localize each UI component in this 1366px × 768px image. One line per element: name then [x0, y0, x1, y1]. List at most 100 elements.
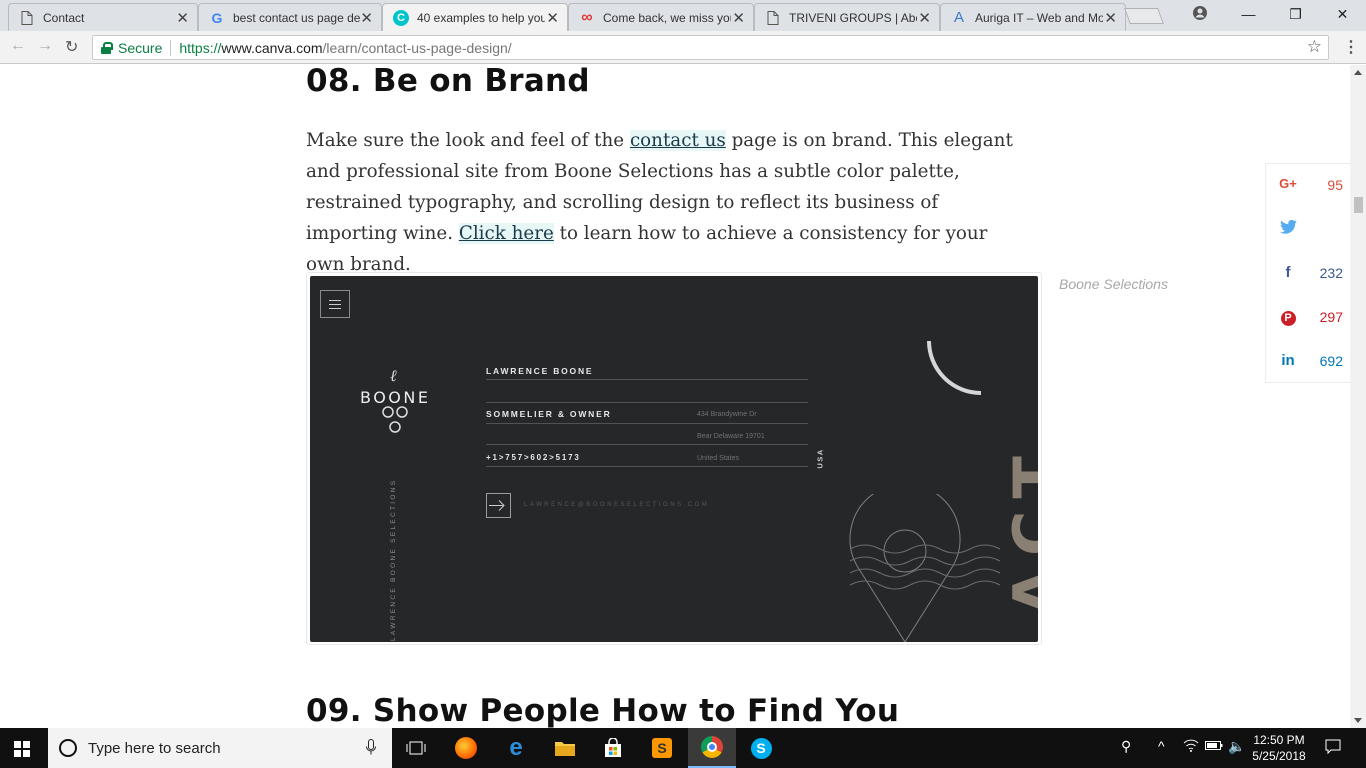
divider	[486, 402, 808, 403]
tab-title: TRIVENI GROUPS | Abou	[789, 10, 917, 25]
tab-auriga[interactable]: A Auriga IT – Web and Mo ✕	[940, 3, 1126, 31]
contact-phone: +1>757>602>5173	[486, 453, 581, 462]
auriga-icon: A	[953, 9, 964, 26]
click-here-link[interactable]: Click here	[458, 223, 554, 244]
close-icon[interactable]: ✕	[176, 9, 189, 27]
chrome-icon[interactable]	[688, 728, 736, 768]
infinity-icon: ∞	[581, 8, 593, 26]
tab-triveni[interactable]: TRIVENI GROUPS | Abou ✕	[754, 3, 940, 31]
logo-text: BOONE	[360, 388, 431, 407]
contact-role: SOMMELIER & OWNER	[486, 409, 612, 419]
system-clock[interactable]: 12:50 PM 5/25/2018	[1248, 732, 1310, 764]
share-google-plus[interactable]: G+ 95	[1266, 164, 1350, 208]
facebook-icon: f	[1285, 264, 1291, 281]
country-label: USA	[815, 448, 825, 469]
minimize-icon[interactable]: —	[1225, 0, 1272, 30]
taskbar-search-box[interactable]: Type here to search	[48, 728, 392, 768]
scroll-thumb[interactable]	[1354, 197, 1363, 213]
battery-icon[interactable]	[1205, 738, 1223, 754]
scroll-down-icon[interactable]	[1354, 718, 1362, 723]
tab-title: Auriga IT – Web and Mo	[975, 10, 1103, 25]
tab-title: 40 examples to help you	[417, 10, 545, 25]
page-icon	[19, 10, 35, 26]
tab-come-back[interactable]: ∞ Come back, we miss you ✕	[568, 3, 754, 31]
store-icon[interactable]	[589, 728, 637, 768]
section-heading: 09. Show People How to Find You	[306, 693, 900, 728]
close-icon[interactable]: ✕	[360, 9, 373, 27]
close-icon[interactable]: ✕	[918, 9, 931, 27]
logo-mark: ℓ	[390, 366, 397, 385]
task-view-icon[interactable]	[392, 728, 440, 768]
volume-icon[interactable]: 🔈	[1228, 738, 1245, 755]
share-count: 297	[1319, 309, 1343, 325]
bookmark-star-icon[interactable]: ☆	[1307, 37, 1322, 57]
address-line-1: 434 Brandywine Dr	[697, 411, 757, 418]
new-tab-button[interactable]	[1124, 8, 1164, 24]
firefox-icon[interactable]	[442, 728, 490, 768]
close-window-icon[interactable]: ✕	[1319, 0, 1366, 30]
arrow-right-icon	[486, 493, 511, 518]
boone-selections-screenshot: ℓ BOONE LAWRENCE BOONE SELECTIONS LAWREN…	[310, 276, 1038, 642]
google-icon: G	[211, 9, 223, 26]
url-host: www.canva.com	[221, 39, 323, 56]
share-pinterest[interactable]: P 297	[1266, 296, 1350, 340]
microphone-icon[interactable]	[366, 739, 376, 758]
profile-icon[interactable]	[1192, 5, 1208, 26]
people-icon[interactable]: ⚲	[1121, 738, 1131, 755]
tab-canva[interactable]: C 40 examples to help you ✕	[382, 3, 568, 31]
sublime-text-icon[interactable]: S	[638, 728, 686, 768]
restore-icon[interactable]: ❐	[1272, 0, 1319, 30]
article-paragraph: Make sure the look and feel of the conta…	[306, 125, 1026, 280]
scroll-up-icon[interactable]	[1354, 70, 1362, 75]
social-share-bar: G+ 95 f 232 P 297 in 692	[1265, 163, 1350, 383]
notifications-icon[interactable]	[1325, 739, 1341, 758]
skype-icon[interactable]: S	[737, 728, 785, 768]
tab-title: Come back, we miss you	[603, 10, 731, 25]
url-scheme: https://	[179, 39, 222, 56]
contact-email: LAWRENCE@BOONESELECTIONS.COM	[524, 502, 710, 508]
edge-icon[interactable]: e	[492, 728, 540, 768]
map-pin-icon	[849, 494, 1001, 642]
share-linkedin[interactable]: in 692	[1266, 340, 1350, 384]
divider	[486, 444, 808, 445]
reload-icon[interactable]: ↻	[65, 37, 78, 57]
divider	[170, 39, 172, 56]
tab-title: Contact	[43, 10, 85, 25]
vertical-scrollbar[interactable]	[1350, 65, 1366, 728]
lock-icon	[101, 41, 113, 54]
divider	[486, 466, 808, 467]
close-icon[interactable]: ✕	[732, 9, 745, 27]
tab-google-search[interactable]: G best contact us page de ✕	[198, 3, 382, 31]
back-icon[interactable]: ←	[10, 37, 26, 55]
share-count: 232	[1319, 265, 1343, 281]
secure-label: Secure	[118, 39, 163, 56]
example-figure: ℓ BOONE LAWRENCE BOONE SELECTIONS LAWREN…	[306, 272, 1042, 645]
clock-time: 12:50 PM	[1253, 733, 1305, 747]
address-bar[interactable]: Secure https://www.canva.com/learn/conta…	[92, 35, 1329, 60]
cortana-icon	[59, 739, 77, 757]
tab-strip: Contact ✕ G best contact us page de ✕ C …	[0, 0, 1366, 31]
menu-icon[interactable]: ⋮	[1343, 37, 1359, 57]
share-facebook[interactable]: f 232	[1266, 252, 1350, 296]
address-line-2: Bear Delaware 19701	[697, 433, 765, 440]
close-icon[interactable]: ✕	[1104, 9, 1117, 27]
windows-start-icon[interactable]	[14, 741, 30, 757]
windows-taskbar: Type here to search e S S ⚲ ^ 🔈 12:50 PM…	[0, 728, 1366, 768]
section-heading: 08. Be on Brand	[306, 65, 590, 99]
divider	[486, 379, 808, 380]
search-placeholder: Type here to search	[88, 739, 221, 757]
page-content: 08. Be on Brand Make sure the look and f…	[0, 65, 1350, 728]
share-twitter[interactable]	[1266, 208, 1350, 252]
tab-contact[interactable]: Contact ✕	[8, 3, 198, 31]
chevron-up-icon[interactable]: ^	[1158, 738, 1165, 754]
pinterest-icon: P	[1278, 308, 1298, 326]
wifi-icon[interactable]	[1183, 738, 1199, 755]
share-count: 692	[1319, 353, 1343, 369]
file-explorer-icon[interactable]	[541, 728, 589, 768]
hamburger-menu-icon	[320, 290, 350, 318]
forward-icon[interactable]: →	[37, 37, 53, 55]
contact-us-link[interactable]: contact us	[629, 130, 726, 151]
figure-caption: Boone Selections	[1059, 276, 1168, 292]
grape-logo-icon	[382, 406, 408, 433]
close-icon[interactable]: ✕	[546, 9, 559, 27]
